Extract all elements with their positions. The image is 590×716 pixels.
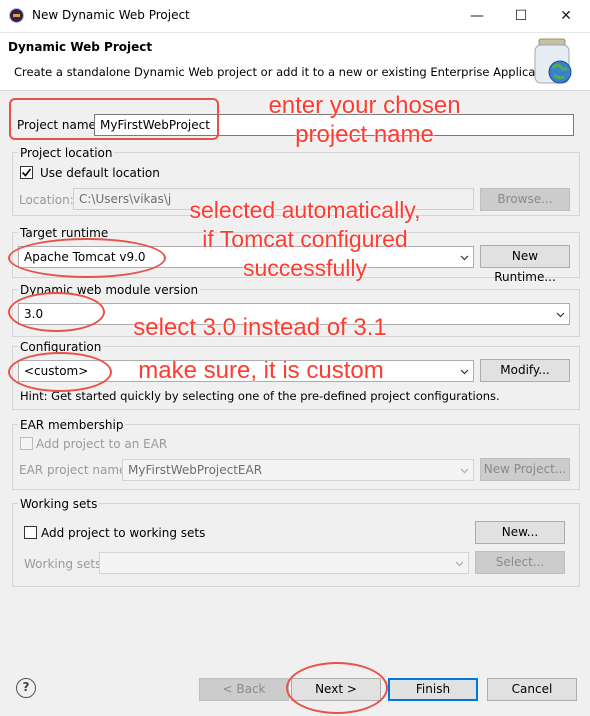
project-name-highlight [9,98,219,140]
configuration-highlight [8,352,112,392]
annotation-runtime: selected automatically, if Tomcat config… [189,197,421,281]
new-ear-project-button[interactable]: New Project... [480,458,570,481]
ear-project-name-value: MyFirstWebProjectEAR [128,463,263,477]
new-working-set-button[interactable]: New... [475,521,565,544]
ear-membership-group-label: EAR membership [18,418,126,432]
annotation-configuration: make sure, it is custom [138,357,384,384]
checkmark-icon [21,168,32,177]
close-button[interactable]: ✕ [543,0,589,32]
wizard-title: Dynamic Web Project [8,40,153,54]
title-bar: New Dynamic Web Project — ☐ ✕ [0,0,590,33]
web-project-jar-icon [534,38,572,84]
working-sets-label: Working sets: [24,557,106,571]
working-sets-group [12,503,580,587]
wizard-header: Dynamic Web Project Create a standalone … [0,33,590,91]
annotation-version: select 3.0 instead of 3.1 [133,314,387,341]
chevron-down-icon [460,369,469,375]
working-sets-combo[interactable] [99,552,469,574]
version-highlight [8,292,105,332]
window-title: New Dynamic Web Project [32,8,190,22]
minimize-button[interactable]: — [454,0,500,32]
modify-button[interactable]: Modify... [480,359,570,382]
browse-button[interactable]: Browse... [480,188,570,211]
new-runtime-button[interactable]: New Runtime... [480,245,570,284]
chevron-down-icon [460,468,469,474]
cancel-button[interactable]: Cancel [487,678,577,701]
wizard-description: Create a standalone Dynamic Web project … [14,65,562,79]
configuration-hint: Hint: Get started quickly by selecting o… [20,389,500,403]
add-to-working-sets-checkbox[interactable] [24,526,37,539]
next-button-highlight [286,662,388,714]
runtime-highlight [8,238,166,278]
chevron-down-icon [556,312,565,318]
use-default-location-checkbox[interactable] [20,166,33,179]
working-sets-group-label: Working sets [18,497,100,511]
back-button[interactable]: < Back [199,678,289,701]
eclipse-app-icon [9,8,24,23]
select-working-sets-button[interactable]: Select... [475,551,565,574]
use-default-location-label: Use default location [40,166,160,180]
location-label: Location: [19,193,74,207]
help-icon[interactable]: ? [16,678,36,698]
chevron-down-icon [455,561,464,567]
finish-button[interactable]: Finish [388,678,478,701]
ear-project-name-label: EAR project name: [19,463,131,477]
ear-project-name-combo[interactable]: MyFirstWebProjectEAR [122,459,474,481]
annotation-project-name: enter your chosen project name [268,92,461,148]
project-location-group-label: Project location [18,146,115,160]
add-to-ear-label: Add project to an EAR [36,437,168,451]
add-to-ear-checkbox[interactable] [20,437,33,450]
add-to-working-sets-label: Add project to working sets [41,526,206,540]
maximize-button[interactable]: ☐ [498,0,544,32]
